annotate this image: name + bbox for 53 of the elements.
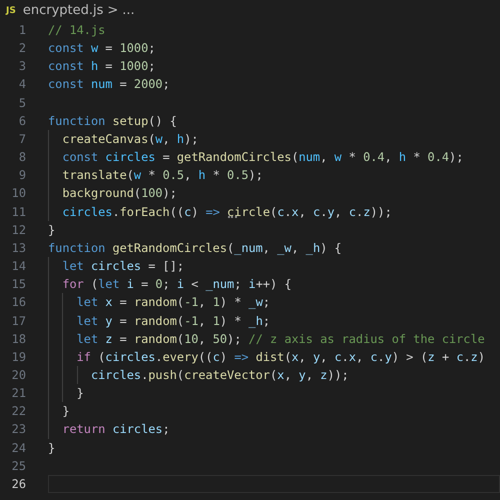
code-line: // 14.js — [48, 23, 106, 37]
code-line: for (let i = 0; i < _num; i++) { — [61, 277, 292, 292]
code-line: } — [61, 404, 70, 418]
code-line: circles.push(createVector(x, y, z)); — [90, 368, 349, 382]
code-line: createCanvas(w, h); — [61, 132, 198, 146]
line-number: 15 — [10, 276, 26, 294]
chevron-icon: > — [107, 3, 118, 18]
code-line: let y = random(-1, 1) * _h; — [76, 314, 270, 328]
code-line: } — [48, 222, 56, 237]
code-line: circles.forEach((c) => circle(c.x, c.y, c.z)); — [61, 204, 392, 219]
line-number: 23 — [10, 421, 26, 438]
code-line: } — [48, 440, 56, 455]
line-number: 4 — [18, 76, 26, 94]
line-number: 24 — [10, 440, 26, 457]
line-number: 2 — [18, 40, 26, 58]
js-file-icon: JS — [6, 6, 16, 16]
code-line: let z = random(10, 50); // z axis as radius of the circle — [76, 332, 485, 346]
code-line: background(100); — [61, 186, 177, 200]
code-line: function getRandomCircles(_num, _w, _h) { — [48, 240, 342, 255]
line-number: 1 — [18, 22, 26, 39]
code-line: } — [76, 386, 84, 400]
line-number: 19 — [10, 348, 26, 366]
code-line: const circles = getRandomCircles(num, w * 0.4, h * 0.4); — [61, 150, 464, 164]
line-number: 12 — [10, 222, 26, 239]
breadcrumb-more[interactable]: ... — [122, 3, 135, 18]
code-line: let circles = []; — [61, 259, 184, 274]
line-number: 18 — [10, 330, 26, 348]
line-number: 17 — [10, 312, 26, 330]
code-line: translate(w * 0.5, h * 0.5); — [61, 168, 263, 182]
code-line: return circles; — [61, 422, 170, 436]
line-number: 21 — [10, 385, 26, 402]
line-number: 5 — [18, 94, 26, 112]
breadcrumb-file[interactable]: encrypted.js — [22, 3, 104, 18]
code-line: const num = 2000; — [48, 77, 170, 92]
line-number: 26 — [10, 476, 26, 493]
code-line: if (circles.every((c) => dist(x, y, c.x, c.y) > (z + c.z) — [76, 350, 485, 364]
code-line: const w = 1000; — [48, 41, 156, 56]
line-number: 10 — [10, 185, 26, 202]
line-number: 8 — [18, 149, 26, 166]
line-number: 6 — [18, 112, 26, 130]
line-number: 22 — [10, 403, 26, 420]
line-number: 25 — [10, 458, 26, 475]
line-number: 9 — [18, 167, 26, 184]
line-number: 16 — [10, 294, 26, 312]
code-line: let x = random(-1, 1) * _w; — [76, 295, 270, 310]
line-number: 13 — [10, 240, 26, 257]
line-number: 14 — [10, 258, 26, 276]
line-number: 7 — [18, 130, 26, 148]
code-line: function setup() { — [48, 114, 177, 128]
line-number: 3 — [18, 58, 26, 76]
code-line: const h = 1000; — [48, 59, 156, 74]
line-number: 11 — [10, 204, 26, 221]
line-number: 20 — [10, 366, 26, 384]
